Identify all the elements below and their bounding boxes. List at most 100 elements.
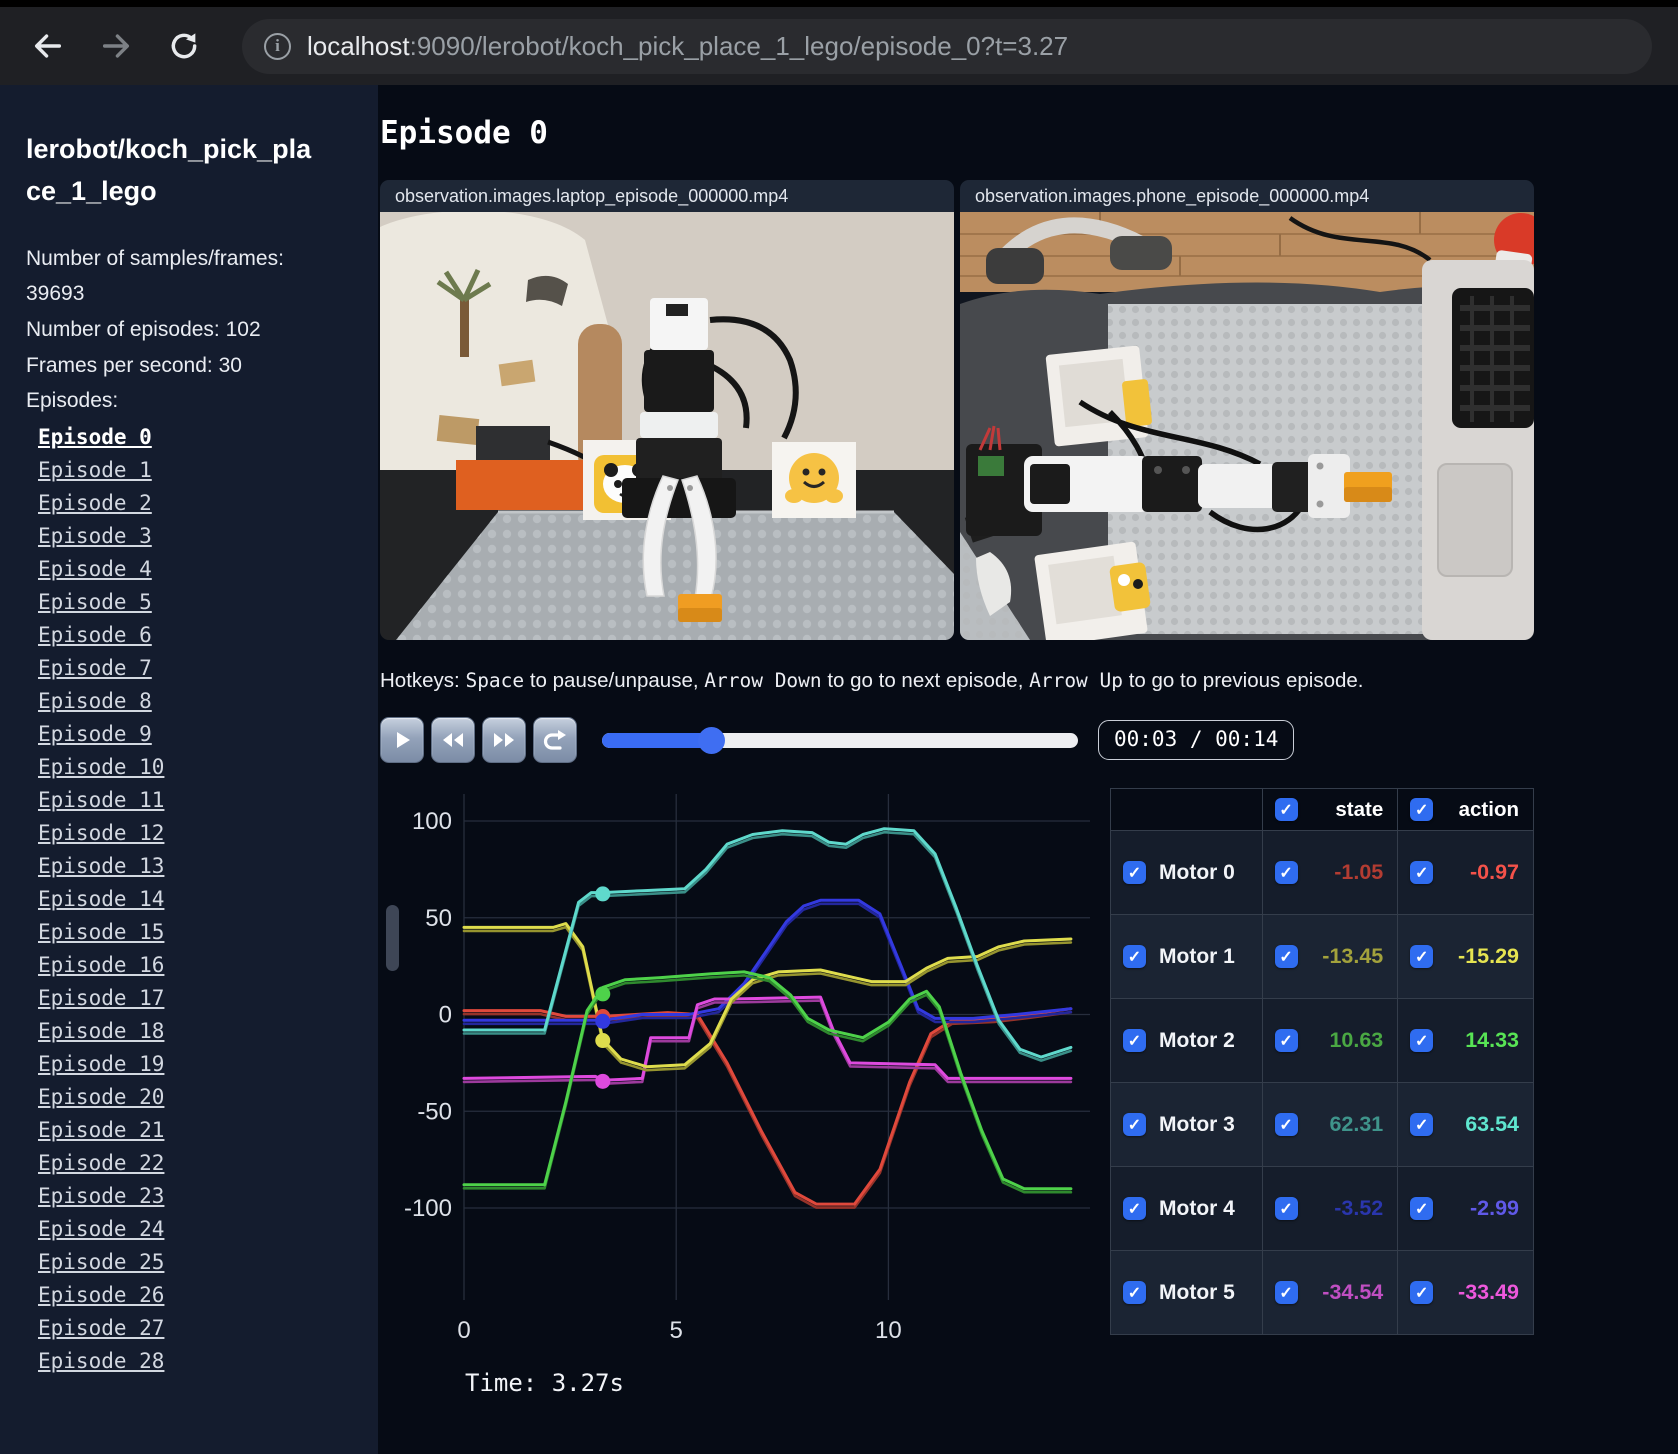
episode-list-item: Episode 14 (38, 883, 378, 916)
seek-thumb[interactable] (698, 726, 726, 754)
motor-row-checkbox[interactable]: ✓ (1123, 1029, 1146, 1052)
address-bar[interactable]: i localhost:9090/lerobot/koch_pick_place… (242, 18, 1652, 74)
action-column-checkbox[interactable]: ✓ (1410, 798, 1434, 821)
fast-forward-button[interactable] (482, 717, 526, 763)
action-checkbox[interactable]: ✓ (1410, 1197, 1434, 1220)
sidebar-episode-link[interactable]: Episode 3 (38, 524, 152, 548)
stat-fps: Frames per second: 30 (26, 353, 242, 377)
loop-button[interactable] (533, 717, 577, 763)
sidebar-episode-link[interactable]: Episode 1 (38, 458, 152, 482)
episode-list-item: Episode 18 (38, 1015, 378, 1048)
play-icon (397, 732, 410, 748)
seek-slider[interactable] (602, 726, 1078, 754)
sidebar-episode-link[interactable]: Episode 23 (38, 1184, 164, 1208)
episode-list-item: Episode 3 (38, 520, 378, 553)
sidebar-episode-link[interactable]: Episode 24 (38, 1217, 164, 1241)
y-tick-label: 50 (425, 905, 452, 932)
sidebar-episode-link[interactable]: Episode 13 (38, 854, 164, 878)
hotkeys-prefix: Hotkeys: (380, 669, 466, 692)
site-info-icon[interactable]: i (264, 32, 291, 60)
sidebar-episode-link[interactable]: Episode 0 (38, 425, 152, 449)
sidebar-episode-link[interactable]: Episode 12 (38, 821, 164, 845)
episode-list-item: Episode 11 (38, 784, 378, 817)
motor-row-checkbox[interactable]: ✓ (1123, 1281, 1146, 1304)
episode-list-item: Episode 4 (38, 553, 378, 586)
series-state-line (462, 902, 1073, 1026)
sidebar-episode-link[interactable]: Episode 26 (38, 1283, 164, 1307)
action-checkbox[interactable]: ✓ (1410, 861, 1434, 884)
motor-label-cell: ✓ Motor 5 (1110, 1250, 1263, 1335)
action-checkbox[interactable]: ✓ (1410, 1113, 1434, 1136)
episode-list: Episode 0 Episode 1 Episode 2 Episode 3 Epis… (26, 421, 378, 1378)
video-frame-laptop[interactable] (380, 212, 954, 640)
sidebar-episode-link[interactable]: Episode 25 (38, 1250, 164, 1274)
state-checkbox[interactable]: ✓ (1274, 1029, 1298, 1052)
x-tick-label: 0 (457, 1317, 470, 1344)
sidebar-episode-link[interactable]: Episode 21 (38, 1118, 164, 1142)
sidebar-episode-link[interactable]: Episode 10 (38, 755, 164, 779)
action-value: -0.97 (1469, 860, 1519, 884)
episode-list-item: Episode 10 (38, 751, 378, 784)
state-checkbox[interactable]: ✓ (1274, 945, 1298, 968)
hotkey-space: Space (465, 669, 525, 692)
state-checkbox[interactable]: ✓ (1274, 1197, 1298, 1220)
sidebar-episode-link[interactable]: Episode 19 (38, 1052, 164, 1076)
motor-row: ✓ Motor 0 ✓ -1.05 ✓ -0.97 (1110, 830, 1534, 915)
sidebar-episode-link[interactable]: Episode 6 (38, 623, 152, 647)
motor-chart-svg: 100 50 0 -50 -100 0 5 10 (404, 794, 1090, 1344)
stat-episodes: Number of episodes: 102 (26, 318, 261, 342)
header-empty-cell (1110, 788, 1263, 831)
dataset-title: lerobot/koch_pick_place_1_lego (26, 134, 312, 206)
play-button[interactable] (380, 717, 424, 763)
sidebar-episode-link[interactable]: Episode 5 (38, 590, 152, 614)
motor-row-checkbox[interactable]: ✓ (1123, 861, 1146, 884)
reload-icon[interactable] (162, 24, 206, 68)
video-card-phone: observation.images.phone_episode_000000.… (960, 180, 1534, 640)
state-checkbox[interactable]: ✓ (1274, 1281, 1298, 1304)
sidebar-episode-link[interactable]: Episode 11 (38, 788, 164, 812)
time-display: 00:03 / 00:14 (1098, 720, 1295, 760)
sidebar-episode-link[interactable]: Episode 22 (38, 1151, 164, 1175)
action-checkbox[interactable]: ✓ (1410, 1029, 1434, 1052)
current-time-dot (595, 886, 611, 902)
x-tick-label: 5 (670, 1317, 683, 1344)
action-checkbox[interactable]: ✓ (1410, 945, 1434, 968)
state-value: -3.52 (1334, 1196, 1384, 1220)
url-text: localhost:9090/lerobot/koch_pick_place_1… (307, 31, 1068, 62)
page-title: Episode 0 (380, 115, 548, 151)
action-checkbox[interactable]: ✓ (1410, 1281, 1434, 1304)
bottom-row: 100 50 0 -50 -100 0 5 10 Time: 3.27s ✓ state ✓ ac… (380, 788, 1678, 1397)
motor-label: Motor 5 (1159, 1280, 1235, 1304)
state-checkbox[interactable]: ✓ (1274, 1113, 1298, 1136)
sidebar-episode-link[interactable]: Episode 28 (38, 1349, 164, 1373)
y-tick-label: -50 (417, 1098, 452, 1125)
episode-list-item: Episode 0 (38, 421, 378, 454)
state-checkbox[interactable]: ✓ (1274, 861, 1298, 884)
back-icon[interactable] (26, 24, 70, 68)
sidebar-episode-link[interactable]: Episode 2 (38, 491, 152, 515)
sidebar-episode-link[interactable]: Episode 15 (38, 920, 164, 944)
video-frame-phone[interactable] (960, 212, 1534, 640)
episode-list-item: Episode 6 (38, 619, 378, 652)
episode-list-item: Episode 20 (38, 1081, 378, 1114)
sidebar-episode-link[interactable]: Episode 27 (38, 1316, 164, 1340)
sidebar-episode-link[interactable]: Episode 17 (38, 986, 164, 1010)
sidebar-episode-link[interactable]: Episode 14 (38, 887, 164, 911)
motor-row-checkbox[interactable]: ✓ (1123, 1197, 1146, 1220)
video-row: observation.images.laptop_episode_000000… (380, 180, 1678, 640)
sidebar-episode-link[interactable]: Episode 20 (38, 1085, 164, 1109)
scrollbar-thumb[interactable] (386, 905, 399, 971)
sidebar-episode-link[interactable]: Episode 8 (38, 689, 152, 713)
sidebar-episode-link[interactable]: Episode 4 (38, 557, 152, 581)
forward-icon[interactable] (94, 24, 138, 68)
sidebar-episode-link[interactable]: Episode 16 (38, 953, 164, 977)
state-column-checkbox[interactable]: ✓ (1274, 798, 1298, 821)
sidebar-episode-link[interactable]: Episode 9 (38, 722, 152, 746)
motor-row-checkbox[interactable]: ✓ (1123, 945, 1146, 968)
series-state-line (462, 974, 1073, 1194)
motor-row-checkbox[interactable]: ✓ (1123, 1113, 1146, 1136)
sidebar-episode-link[interactable]: Episode 18 (38, 1019, 164, 1043)
sidebar-episode-link[interactable]: Episode 7 (38, 656, 152, 680)
rewind-button[interactable] (431, 717, 475, 763)
episode-list-item: Episode 23 (38, 1180, 378, 1213)
